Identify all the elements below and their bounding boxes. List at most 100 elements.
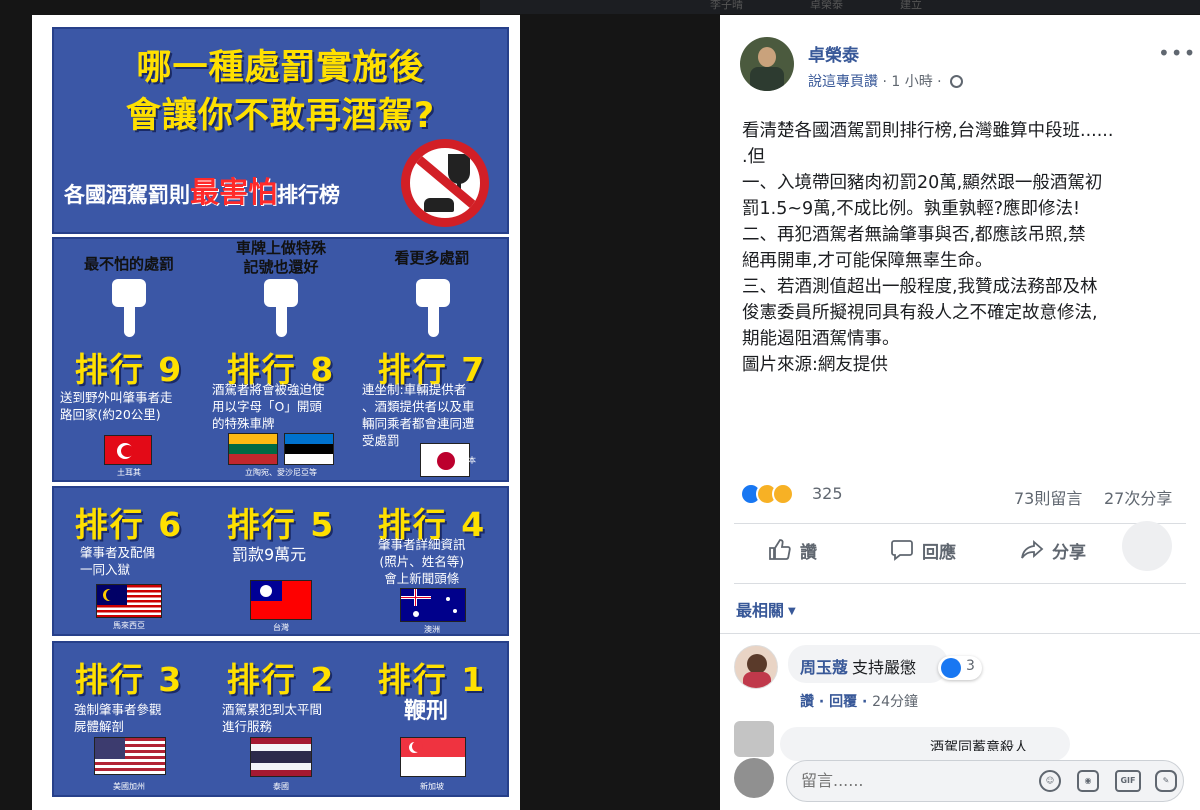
flag-malaysia	[96, 584, 162, 618]
rank-7-desc: 連坐制:車輛提供者 、酒類提供者以及車 輛同乘者都會連同遭 受處罰	[362, 382, 475, 448]
rank-9-desc: 送到野外叫肇事者走 路回家(約20公里)	[60, 390, 173, 422]
drunk-driving-penalty-poster: 哪一種處罰實施後 會讓你不敢再酒駕? 各國酒駕罰則最害怕排行榜 最不怕的處罰 車…	[52, 27, 509, 797]
commenter-avatar[interactable]	[734, 721, 774, 757]
reaction-count[interactable]: 325	[812, 484, 843, 503]
flag-australia	[400, 588, 466, 622]
share-arrow-icon	[1021, 540, 1044, 559]
comment-text: 酒駕同蓄意殺人	[930, 740, 1028, 751]
flag-caption-australia: 澳洲	[424, 625, 440, 634]
header-fragment-1: 李子晴	[710, 0, 743, 11]
poster-title-line1: 哪一種處罰實施後	[136, 48, 425, 88]
poster-title-panel: 哪一種處罰實施後 會讓你不敢再酒駕? 各國酒駕罰則最害怕排行榜	[52, 27, 509, 234]
rank-1: 排行 1	[377, 660, 487, 699]
sticker-icon[interactable]: ✎	[1155, 770, 1177, 792]
comment-input[interactable]	[801, 771, 1001, 790]
header-fragment-3: 建立	[900, 0, 922, 11]
globe-icon	[950, 75, 964, 88]
pointing-hand-icon	[416, 279, 450, 337]
flag-turkey	[104, 435, 152, 465]
rank-1-desc: 鞭刑	[404, 699, 449, 724]
comment-sort-dropdown[interactable]: 最相關 ▼	[736, 597, 796, 621]
comment-reply-link[interactable]: 回覆	[829, 694, 857, 710]
flag-caption-turkey: 土耳其	[117, 468, 141, 477]
flag-singapore	[400, 737, 466, 777]
comment-composer[interactable]: ☺ ◉ GIF ✎	[786, 760, 1184, 802]
post-time[interactable]: · 1 小時 ·	[878, 74, 946, 90]
rank-6: 排行 6	[74, 505, 184, 544]
share-button-label: 分享	[1052, 543, 1086, 563]
commenter-name[interactable]: 周玉蔻	[800, 658, 848, 677]
haha-reaction-icon	[772, 483, 794, 505]
commenter-avatar[interactable]	[734, 645, 778, 689]
divider	[734, 583, 1186, 584]
rank-2-desc: 酒駕累犯到太平間 進行服務	[222, 702, 323, 734]
page-like-link[interactable]: 說這專頁讚	[808, 74, 878, 90]
comment-text: 支持嚴懲	[852, 658, 917, 677]
facebook-post-panel: 卓榮泰 說這專頁讚 · 1 小時 · ••• 看清楚各國酒駕罰則排行榜,台灣雖算…	[720, 15, 1200, 810]
comment-button-label: 回應	[922, 543, 956, 563]
emoji-icon[interactable]: ☺	[1039, 770, 1061, 792]
sort-label-text: 最相關	[736, 601, 785, 620]
pointing-hand-icon	[264, 279, 298, 337]
poster-panel-rank-6-4: 排行 6 排行 5 排行 4 肇事者及配偶 一同入獄 罰款9萬元 肇事者詳細資訊…	[52, 486, 509, 636]
header-fragment-2: 卓榮泰	[810, 0, 843, 11]
viewer-avatar-placeholder	[1122, 521, 1172, 571]
comment-bubble: 周玉蔻 支持嚴懲	[788, 645, 948, 683]
no-drink-driving-icon	[401, 139, 489, 227]
comment-time[interactable]: 24分鐘	[872, 694, 918, 710]
camera-icon[interactable]: ◉	[1077, 770, 1099, 792]
rank-5: 排行 5	[226, 505, 336, 544]
comment-count[interactable]: 73則留言	[1014, 485, 1082, 509]
subtitle-prefix: 各國酒駕罰則	[64, 183, 190, 207]
author-name[interactable]: 卓榮泰	[808, 41, 859, 66]
rank-9: 排行 9	[74, 350, 184, 389]
page-header-strip: 李子晴 卓榮泰 建立	[480, 0, 1200, 14]
flag-estonia	[284, 433, 334, 465]
header-see-more: 看更多處罰	[394, 249, 470, 267]
more-options-icon[interactable]: •••	[1158, 41, 1196, 65]
gif-icon[interactable]: GIF	[1115, 770, 1141, 792]
rank-3: 排行 3	[74, 660, 184, 699]
header-special-plate: 車牌上做特殊 記號也還好	[235, 239, 326, 276]
comment-like-link[interactable]: 讚	[800, 694, 814, 710]
subtitle-highlight: 最害怕	[190, 175, 278, 209]
post-meta: 說這專頁讚 · 1 小時 ·	[808, 71, 964, 91]
poster-subtitle: 各國酒駕罰則最害怕排行榜	[64, 169, 340, 211]
flag-caption-malaysia: 馬來西亞	[113, 621, 145, 630]
like-button-label: 讚	[800, 543, 817, 563]
flag-taiwan	[250, 580, 312, 620]
flag-usa	[94, 737, 166, 775]
divider	[720, 633, 1200, 634]
poster-panel-rank-3-1: 排行 3 排行 2 排行 1 強制肇事者參觀 屍體解剖 酒駕累犯到太平間 進行服…	[52, 641, 509, 797]
subtitle-suffix: 排行榜	[277, 183, 341, 207]
post-body-text: 看清楚各國酒駕罰則排行榜,台灣雖算中段班...... .但 一、入境帶回豬肉初罰…	[742, 121, 1114, 375]
chevron-down-icon: ▼	[788, 606, 796, 617]
viewer-avatar	[734, 758, 774, 798]
comment-reaction-count: 3	[966, 658, 975, 674]
like-reaction-icon	[941, 658, 961, 678]
rank-6-desc: 肇事者及配偶 一同入獄	[80, 545, 156, 577]
rank-2: 排行 2	[226, 660, 336, 699]
rank-4-desc: 肇事者詳細資訊 (照片、姓名等) 會上新聞頭條	[378, 537, 466, 586]
flag-caption-taiwan: 台灣	[273, 623, 289, 632]
flag-caption-lithuania-estonia: 立陶宛、愛沙尼亞等	[245, 468, 317, 477]
flag-caption-japan: 日本	[460, 456, 476, 465]
comment-reaction-badge[interactable]: 3	[938, 656, 982, 680]
thumbs-up-icon	[769, 539, 791, 560]
rank-8-desc: 酒駕者將會被強迫使 用以字母「O」開頭 的特殊車牌	[212, 382, 325, 431]
flag-caption-singapore: 新加坡	[420, 782, 444, 791]
post-photo[interactable]: 哪一種處罰實施後 會讓你不敢再酒駕? 各國酒駕罰則最害怕排行榜 最不怕的處罰 車…	[32, 15, 520, 810]
share-count[interactable]: 27次分享	[1104, 485, 1172, 509]
poster-panel-rank-9-7: 最不怕的處罰 車牌上做特殊 記號也還好 看更多處罰 排行 9 排行 8 排行 7…	[52, 237, 509, 482]
header-least-feared: 最不怕的處罰	[83, 255, 174, 273]
flag-caption-thailand: 泰國	[273, 782, 289, 791]
share-button[interactable]: 分享	[1020, 538, 1086, 574]
author-avatar[interactable]	[740, 37, 794, 91]
like-button[interactable]: 讚	[768, 538, 817, 574]
flag-thailand	[250, 737, 312, 777]
rank-5-desc: 罰款9萬元	[232, 545, 307, 564]
comment-button[interactable]: 回應	[890, 538, 956, 574]
comment-actions: 讚 · 回覆 · 24分鐘	[800, 694, 918, 710]
speech-bubble-icon	[891, 540, 913, 561]
rank-3-desc: 強制肇事者參觀 屍體解剖	[74, 702, 162, 734]
